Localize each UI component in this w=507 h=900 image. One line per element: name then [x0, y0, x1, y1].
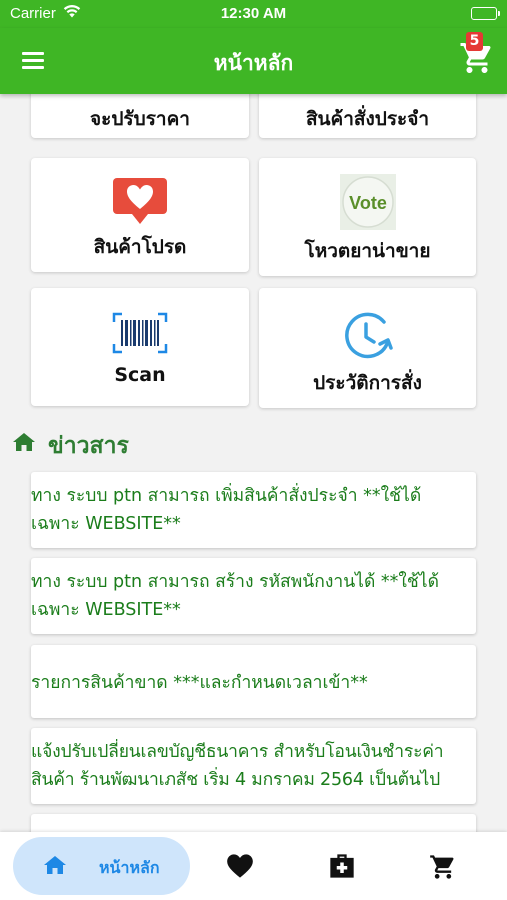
- vote-icon: Vote: [339, 174, 396, 234]
- news-section-title: ข่าวสาร: [48, 433, 129, 459]
- news-item-text: ทาง ระบบ ptn สามารถ สร้าง รหัสพนักงานได้…: [31, 572, 439, 620]
- page-title: หน้าหลัก: [213, 51, 294, 75]
- tile-price-change[interactable]: จะปรับราคา: [31, 94, 249, 138]
- news-item[interactable]: ทาง ระบบ ptn สามารถ สร้าง รหัสพนักงานได้…: [31, 558, 476, 634]
- tile-favorites[interactable]: สินค้าโปรด: [31, 158, 249, 272]
- nav-favorites-tab[interactable]: [210, 837, 270, 895]
- status-bar: Carrier 12:30 AM: [0, 0, 507, 28]
- tile-label: Scan: [114, 364, 166, 386]
- news-item-text: แจ้งปรับเปลี่ยนเลขบัญชีธนาคาร สำหรับโอนเ…: [31, 742, 444, 790]
- tile-label: สินค้าโปรด: [93, 236, 187, 258]
- cart-icon: [430, 855, 454, 879]
- tile-scan[interactable]: Scan: [31, 288, 249, 406]
- battery-icon: [471, 7, 500, 20]
- tile-label: โหวตยาน่าขาย: [304, 240, 431, 262]
- medical-kit-icon: [330, 854, 354, 878]
- cart-count-badge: 5: [466, 32, 483, 51]
- news-item-text: ทาง ระบบ ptn สามารถ เพิ่มสินค้าสั่งประจำ…: [31, 486, 422, 534]
- nav-cart-tab[interactable]: [413, 837, 473, 895]
- tile-regular-order[interactable]: สินค้าสั่งประจำ: [259, 94, 476, 138]
- tile-order-history[interactable]: ประวัติการสั่ง: [259, 288, 476, 408]
- bottom-navigation: หน้าหลัก: [0, 832, 507, 900]
- tile-label: จะปรับราคา: [90, 108, 190, 130]
- clock-time: 12:30 AM: [220, 5, 287, 22]
- heart-icon: [112, 176, 168, 230]
- barcode-scan-icon: [112, 312, 168, 358]
- home-icon: [43, 854, 67, 880]
- home-icon: [12, 431, 36, 457]
- tile-label: ประวัติการสั่ง: [313, 372, 422, 394]
- main-content: จะปรับราคา สินค้าสั่งประจำ สินค้าโปรด Vo…: [0, 94, 507, 832]
- news-item[interactable]: รายการสินค้าขาด ***และกำหนดเวลาเข้า**: [31, 645, 476, 718]
- vote-icon-text: Vote: [349, 193, 387, 213]
- news-item[interactable]: แจ้งปรับเปลี่ยนเลขบัญชีธนาคาร สำหรับโอนเ…: [31, 728, 476, 804]
- nav-medical-tab[interactable]: [312, 837, 372, 895]
- news-item[interactable]: [31, 814, 476, 832]
- news-item-text: รายการสินค้าขาด ***และกำหนดเวลาเข้า**: [31, 673, 368, 693]
- heart-icon: [227, 854, 253, 878]
- tile-vote[interactable]: Vote โหวตยาน่าขาย: [259, 158, 476, 276]
- app-bar: หน้าหลัก 5: [0, 28, 507, 94]
- history-clock-icon: [340, 312, 396, 366]
- nav-home-label: หน้าหลัก: [99, 858, 160, 877]
- nav-home-tab[interactable]: หน้าหลัก: [13, 837, 190, 895]
- tile-label: สินค้าสั่งประจำ: [305, 108, 430, 130]
- news-item[interactable]: ทาง ระบบ ptn สามารถ เพิ่มสินค้าสั่งประจำ…: [31, 472, 476, 548]
